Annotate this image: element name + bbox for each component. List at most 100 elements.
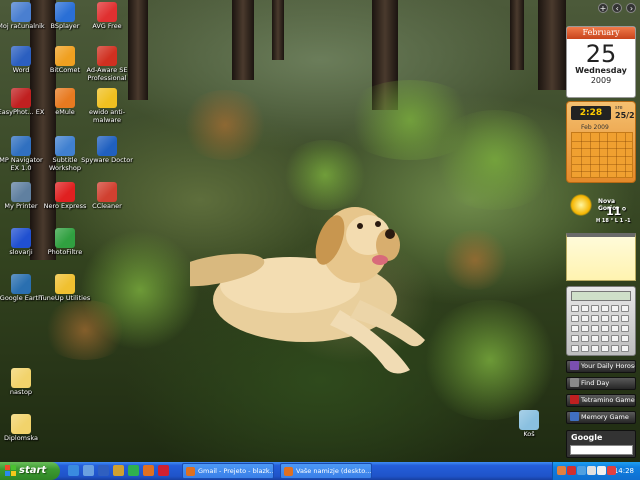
- start-button[interactable]: start: [0, 462, 60, 480]
- gadget-bar[interactable]: Memory Game: [566, 411, 636, 424]
- dry-leaves: [40, 300, 130, 360]
- calculator-key[interactable]: [601, 305, 609, 312]
- calculator-key[interactable]: [621, 305, 629, 312]
- fern-patch: [430, 110, 560, 210]
- desktop-icon[interactable]: AVG Free: [81, 2, 133, 31]
- calculator-key[interactable]: [591, 315, 599, 322]
- photofiltre-icon: [55, 228, 75, 248]
- next-gadget-page-button[interactable]: ›: [626, 3, 637, 13]
- messenger-icon[interactable]: [128, 465, 139, 476]
- calculator-key[interactable]: [581, 335, 589, 342]
- back-arrow-icon[interactable]: [557, 466, 566, 475]
- calculator-key[interactable]: [591, 335, 599, 342]
- computer-icon: [11, 2, 31, 22]
- desktop-icon-label: CCleaner: [92, 202, 122, 210]
- mini-calendar-grid[interactable]: [571, 132, 633, 178]
- calculator-key[interactable]: [601, 345, 609, 352]
- calculator-key[interactable]: [581, 315, 589, 322]
- calculator-key[interactable]: [621, 325, 629, 332]
- weather-gadget[interactable]: Nova Gorica 11° H 18 ° L 1 -1: [566, 190, 638, 230]
- calculator-key[interactable]: [611, 335, 619, 342]
- previous-gadget-page-button[interactable]: ‹: [612, 3, 623, 13]
- calculator-key[interactable]: [591, 325, 599, 332]
- mail-tray-icon[interactable]: [597, 466, 606, 475]
- calculator-key[interactable]: [601, 325, 609, 332]
- calculator-key[interactable]: [621, 335, 629, 342]
- gadget-bar[interactable]: Tetramino Game: [566, 394, 636, 407]
- google-logo: Google: [571, 433, 603, 442]
- golden-retriever-image: [190, 207, 425, 374]
- gadget-bar-label: Your Daily Horoscopes: [581, 362, 635, 370]
- calculator-key[interactable]: [581, 345, 589, 352]
- notes-gadget[interactable]: [566, 233, 636, 281]
- tray-clock[interactable]: 14:28: [614, 462, 634, 480]
- clock-calendar-gadget[interactable]: 2:28 sre 25/2 Feb 2009: [566, 101, 636, 183]
- tree-trunk: [232, 0, 254, 80]
- calculator-key[interactable]: [601, 335, 609, 342]
- calculator-key[interactable]: [611, 325, 619, 332]
- calendar-day: 25: [585, 40, 617, 68]
- calculator-key[interactable]: [581, 305, 589, 312]
- calculator-key[interactable]: [611, 345, 619, 352]
- desktop-icon[interactable]: Ad-Aware SE Professional: [81, 46, 133, 82]
- sidebar-controls: + ‹ ›: [596, 3, 637, 13]
- weather-temperature: 11°: [606, 205, 627, 218]
- opera-icon[interactable]: [158, 465, 169, 476]
- desktop-icon[interactable]: nastop: [0, 368, 47, 397]
- ccleaner-icon: [97, 182, 117, 202]
- fern-patch: [420, 300, 560, 420]
- desktop-icon[interactable]: PhotoFiltre: [39, 228, 91, 257]
- gadget-bar[interactable]: Find Day: [566, 377, 636, 390]
- slovarji-icon: [11, 228, 31, 248]
- calculator-key[interactable]: [591, 305, 599, 312]
- google-search-gadget: Google: [566, 430, 636, 458]
- winamp-icon[interactable]: [113, 465, 124, 476]
- ie-icon[interactable]: [68, 465, 79, 476]
- calculator-key[interactable]: [611, 305, 619, 312]
- desktop-icon[interactable]: CCleaner: [81, 182, 133, 211]
- firefox-icon: [284, 467, 293, 476]
- calculator-key[interactable]: [571, 305, 579, 312]
- taskbar-window-button[interactable]: Gmail - Prejeto - blazk...: [182, 463, 274, 479]
- dry-leaves: [440, 230, 510, 290]
- windows-logo-icon: [5, 465, 16, 476]
- folder-icon: [11, 368, 31, 388]
- gadget-bar-label: Memory Game: [581, 413, 629, 421]
- gadget-bar[interactable]: Your Daily Horoscopes: [566, 360, 636, 373]
- desktop-icon[interactable]: Koš: [503, 410, 555, 439]
- taskbar-window-button[interactable]: Vaše namizje (deskto...: [280, 463, 372, 479]
- clock-date: 25/2: [615, 111, 635, 120]
- calculator-key[interactable]: [621, 345, 629, 352]
- desktop-icon[interactable]: ewido anti-malware: [81, 88, 133, 124]
- calculator-key[interactable]: [571, 315, 579, 322]
- desktop-icon-label: PhotoFiltre: [47, 248, 83, 256]
- spyware-icon: [97, 136, 117, 156]
- security-icon[interactable]: [607, 466, 616, 475]
- calculator-key[interactable]: [601, 315, 609, 322]
- outlook-icon[interactable]: [98, 465, 109, 476]
- desktop-icon[interactable]: Spyware Doctor: [81, 136, 133, 165]
- add-gadget-button[interactable]: +: [598, 3, 608, 13]
- calculator-key[interactable]: [611, 315, 619, 322]
- calculator-key[interactable]: [581, 325, 589, 332]
- firefox-icon[interactable]: [143, 465, 154, 476]
- system-tray: 14:28: [552, 462, 640, 480]
- calendar-gadget[interactable]: February 25 Wednesday 2009: [566, 26, 636, 98]
- calculator-key[interactable]: [591, 345, 599, 352]
- desktop-icon[interactable]: TuneUp Utilities: [39, 274, 91, 303]
- antivirus-icon[interactable]: [567, 466, 576, 475]
- dry-leaves: [180, 90, 270, 160]
- network-icon[interactable]: [577, 466, 586, 475]
- show-desktop-icon[interactable]: [83, 465, 94, 476]
- google-earth-icon: [11, 274, 31, 294]
- calculator-key[interactable]: [571, 325, 579, 332]
- grid-line: [625, 133, 627, 177]
- calculator-key[interactable]: [571, 335, 579, 342]
- calculator-key[interactable]: [571, 345, 579, 352]
- firefox-icon: [186, 467, 195, 476]
- desktop-icon[interactable]: Diplomska: [0, 414, 47, 443]
- volume-icon[interactable]: [587, 466, 596, 475]
- google-search-input[interactable]: [570, 445, 633, 455]
- calculator-gadget[interactable]: [566, 286, 636, 356]
- calculator-key[interactable]: [621, 315, 629, 322]
